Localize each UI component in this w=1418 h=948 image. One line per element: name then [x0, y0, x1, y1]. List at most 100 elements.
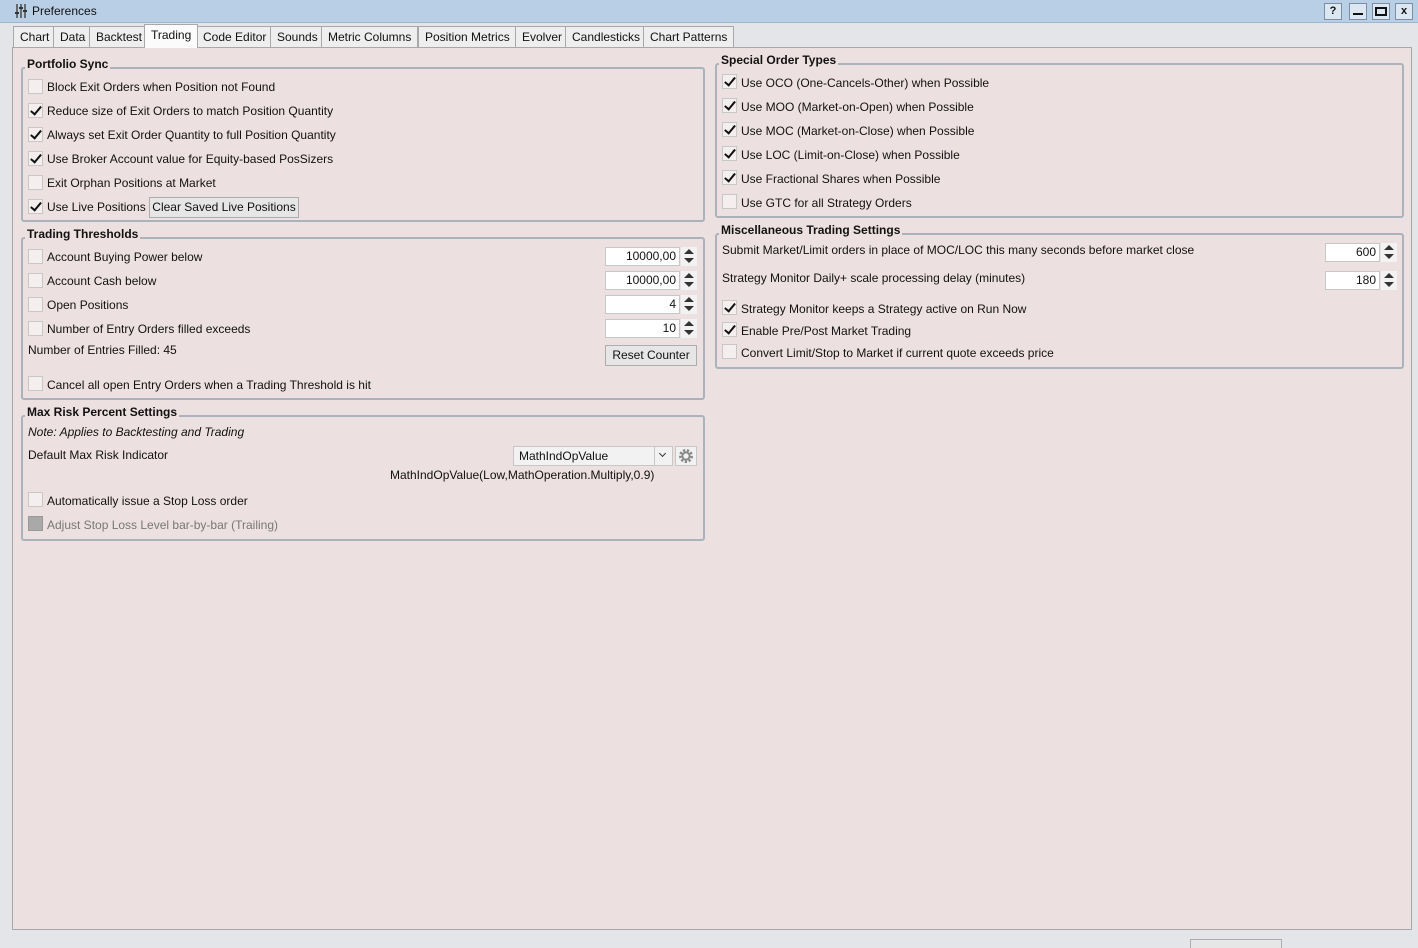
pre-post-market-label: Enable Pre/Post Market Trading: [741, 324, 912, 338]
use-loc-checkbox[interactable]: [722, 146, 737, 161]
use-moc-label: Use MOC (Market-on-Close) when Possible: [741, 124, 975, 138]
auto-stop-loss-label: Automatically issue a Stop Loss order: [47, 494, 248, 508]
tab-metric-columns[interactable]: Metric Columns: [321, 26, 419, 47]
tab-candlesticks[interactable]: Candlesticks: [565, 26, 648, 47]
up-arrow-icon[interactable]: [684, 273, 694, 278]
auto-stop-loss-checkbox[interactable]: [28, 492, 43, 507]
entry-orders-value[interactable]: 10: [605, 319, 680, 338]
keep-strategy-active-checkbox[interactable]: [722, 300, 737, 315]
reduce-exit-size-checkbox[interactable]: [28, 103, 43, 118]
open-positions-label: Open Positions: [47, 298, 129, 312]
tab-position-metrics[interactable]: Position Metrics: [418, 26, 517, 47]
entry-orders-checkbox[interactable]: [28, 321, 43, 336]
clear-live-positions-button[interactable]: Clear Saved Live Positions: [149, 197, 299, 218]
use-oco-checkbox[interactable]: [722, 74, 737, 89]
gear-icon: [679, 449, 693, 463]
misc-trading-settings-title: Miscellaneous Trading Settings: [719, 223, 903, 237]
trading-tab-panel: Portfolio Sync Block Exit Orders when Po…: [12, 47, 1412, 930]
maximize-button[interactable]: [1372, 3, 1390, 20]
max-risk-note: Note: Applies to Backtesting and Trading: [28, 425, 245, 439]
submit-seconds-label: Submit Market/Limit orders in place of M…: [722, 243, 1195, 257]
buying-power-label: Account Buying Power below: [47, 250, 203, 264]
use-gtc-label: Use GTC for all Strategy Orders: [741, 196, 912, 210]
cancel-entry-orders-checkbox[interactable]: [28, 376, 43, 391]
tab-chart-patterns[interactable]: Chart Patterns: [643, 26, 735, 47]
down-arrow-icon[interactable]: [684, 330, 694, 335]
max-risk-indicator-label: Default Max Risk Indicator: [28, 448, 169, 462]
full-position-qty-label: Always set Exit Order Quantity to full P…: [47, 128, 336, 142]
down-arrow-icon[interactable]: [684, 258, 694, 263]
tab-sounds[interactable]: Sounds: [270, 26, 325, 47]
reset-counter-button[interactable]: Reset Counter: [605, 345, 697, 366]
use-fractional-shares-checkbox[interactable]: [722, 170, 737, 185]
window-title: Preferences: [32, 4, 97, 18]
cancel-entry-orders-label: Cancel all open Entry Orders when a Trad…: [47, 378, 371, 392]
down-arrow-icon[interactable]: [684, 306, 694, 311]
up-arrow-icon[interactable]: [1384, 273, 1394, 278]
block-exit-orders-checkbox[interactable]: [28, 79, 43, 94]
tab-chart[interactable]: Chart: [13, 26, 57, 47]
down-arrow-icon[interactable]: [684, 282, 694, 287]
down-arrow-icon[interactable]: [1384, 254, 1394, 259]
spinner-arrows[interactable]: [681, 295, 697, 314]
account-cash-checkbox[interactable]: [28, 273, 43, 288]
block-exit-orders-label: Block Exit Orders when Position not Foun…: [47, 80, 276, 94]
max-risk-title: Max Risk Percent Settings: [25, 405, 180, 419]
use-live-positions-label: Use Live Positions: [47, 200, 146, 214]
spinner-arrows[interactable]: [1381, 243, 1397, 262]
close-button[interactable]: x: [1395, 3, 1413, 20]
use-moo-checkbox[interactable]: [722, 98, 737, 113]
title-bar: Preferences ? x: [0, 0, 1418, 23]
sliders-icon: [15, 4, 27, 18]
reduce-exit-size-label: Reduce size of Exit Orders to match Posi…: [47, 104, 334, 118]
tab-backtest[interactable]: Backtest: [89, 26, 150, 47]
buying-power-spinner[interactable]: 10000,00: [605, 247, 697, 266]
processing-delay-label: Strategy Monitor Daily+ scale processing…: [722, 271, 1026, 285]
tab-data[interactable]: Data: [53, 26, 93, 47]
spinner-arrows[interactable]: [681, 271, 697, 290]
entry-orders-spinner[interactable]: 10: [605, 319, 697, 338]
processing-delay-spinner[interactable]: 180: [1325, 271, 1397, 290]
keep-strategy-active-label: Strategy Monitor keeps a Strategy active…: [741, 302, 1027, 316]
buying-power-checkbox[interactable]: [28, 249, 43, 264]
tab-code-editor[interactable]: Code Editor: [196, 26, 274, 47]
exit-orphan-checkbox[interactable]: [28, 175, 43, 190]
submit-seconds-spinner[interactable]: 600: [1325, 243, 1397, 262]
open-positions-checkbox[interactable]: [28, 297, 43, 312]
up-arrow-icon[interactable]: [684, 297, 694, 302]
spinner-arrows[interactable]: [681, 319, 697, 338]
open-positions-spinner[interactable]: 4: [605, 295, 697, 314]
indicator-settings-button[interactable]: [675, 446, 697, 466]
use-moc-checkbox[interactable]: [722, 122, 737, 137]
up-arrow-icon[interactable]: [1384, 245, 1394, 250]
help-button[interactable]: ?: [1324, 3, 1342, 20]
convert-limit-stop-checkbox[interactable]: [722, 344, 737, 359]
buying-power-value[interactable]: 10000,00: [605, 247, 680, 266]
spinner-arrows[interactable]: [1381, 271, 1397, 290]
pre-post-market-checkbox[interactable]: [722, 322, 737, 337]
use-live-positions-checkbox[interactable]: [28, 199, 43, 214]
tab-trading[interactable]: Trading: [144, 24, 199, 48]
minimize-button[interactable]: [1349, 3, 1367, 20]
minimize-icon: [1353, 13, 1363, 15]
use-oco-label: Use OCO (One-Cancels-Other) when Possibl…: [741, 76, 990, 90]
up-arrow-icon[interactable]: [684, 321, 694, 326]
broker-account-value-checkbox[interactable]: [28, 151, 43, 166]
up-arrow-icon[interactable]: [684, 249, 694, 254]
chevron-down-icon[interactable]: [654, 447, 672, 465]
use-gtc-checkbox[interactable]: [722, 194, 737, 209]
exit-orphan-label: Exit Orphan Positions at Market: [47, 176, 216, 190]
down-arrow-icon[interactable]: [1384, 282, 1394, 287]
portfolio-sync-title: Portfolio Sync: [25, 57, 111, 71]
account-cash-value[interactable]: 10000,00: [605, 271, 680, 290]
special-order-types-title: Special Order Types: [719, 53, 839, 67]
submit-seconds-value[interactable]: 600: [1325, 243, 1380, 262]
trailing-stop-checkbox: [28, 516, 43, 531]
open-positions-value[interactable]: 4: [605, 295, 680, 314]
max-risk-indicator-dropdown[interactable]: MathIndOpValue: [513, 446, 673, 466]
full-position-qty-checkbox[interactable]: [28, 127, 43, 142]
spinner-arrows[interactable]: [681, 247, 697, 266]
tab-evolver[interactable]: Evolver: [515, 26, 570, 47]
account-cash-spinner[interactable]: 10000,00: [605, 271, 697, 290]
processing-delay-value[interactable]: 180: [1325, 271, 1380, 290]
